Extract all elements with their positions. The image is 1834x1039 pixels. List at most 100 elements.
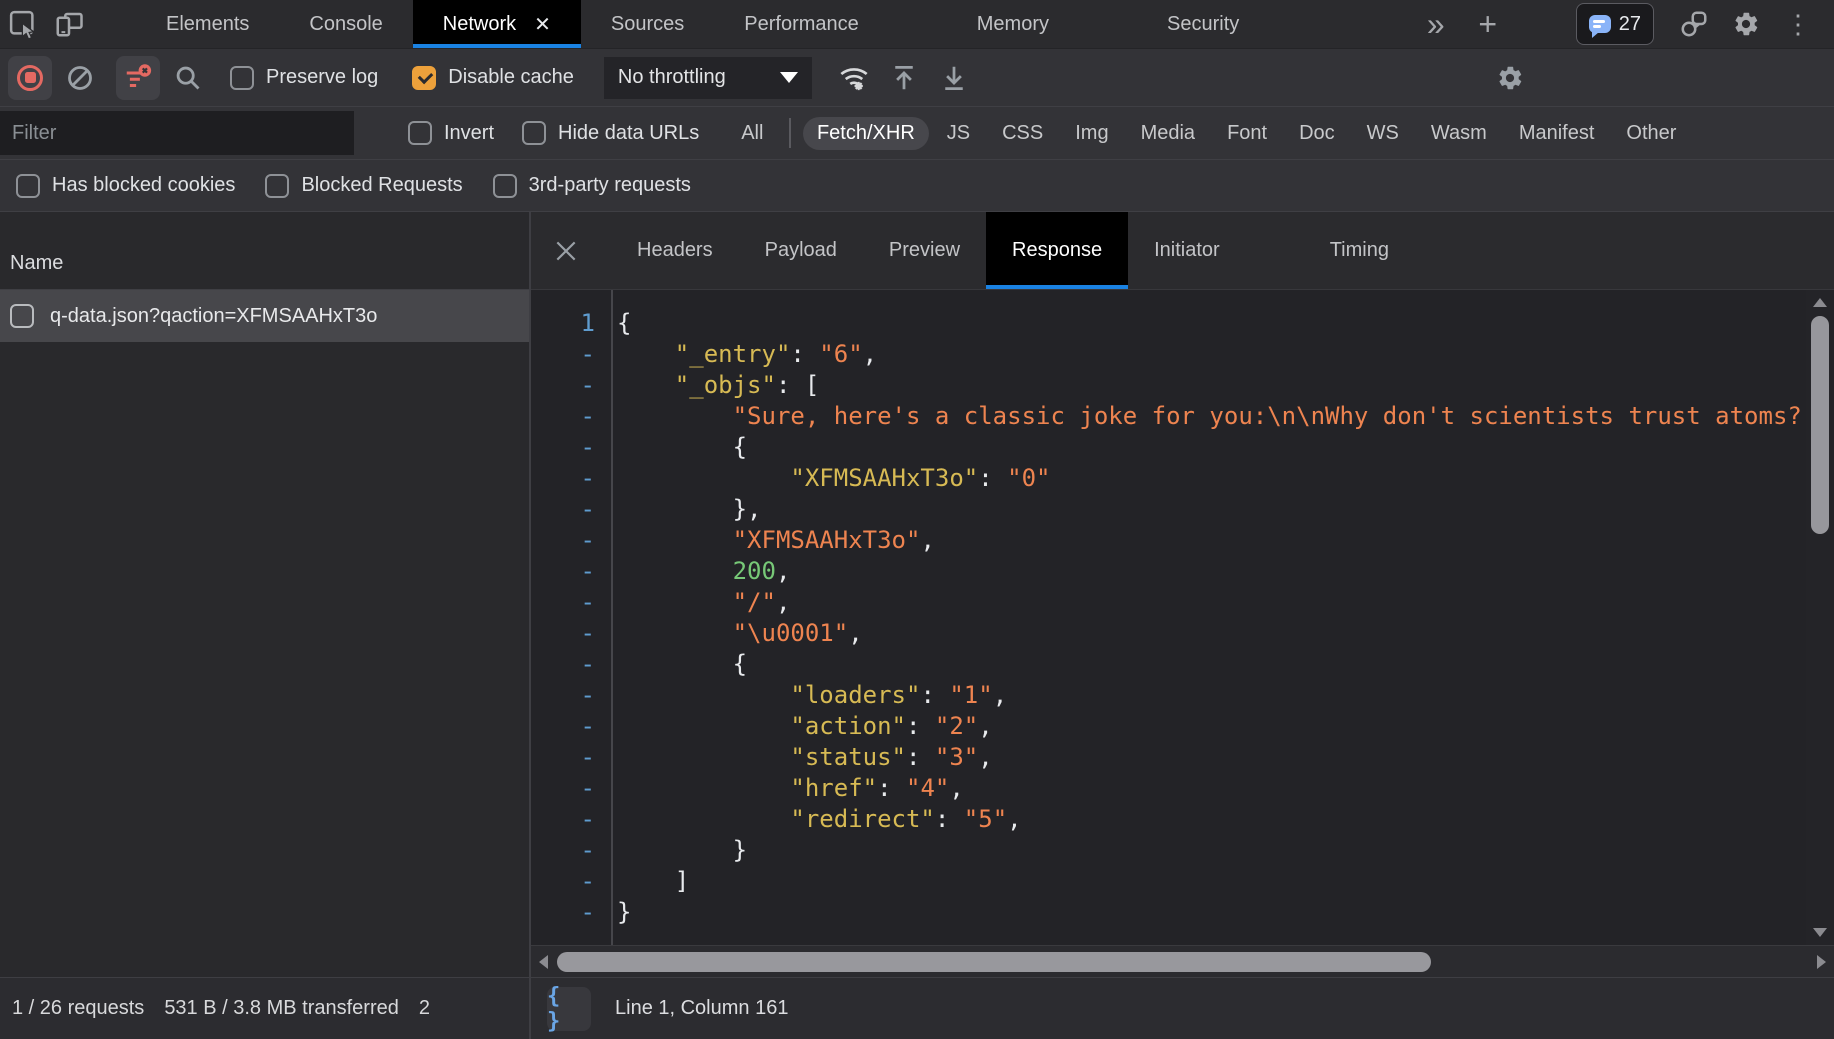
extensions-bubbles-icon[interactable]: [1672, 2, 1716, 46]
tab-console[interactable]: Console: [279, 0, 412, 48]
scroll-up-arrow[interactable]: [1813, 298, 1827, 307]
gutter-line-marker[interactable]: -: [531, 401, 611, 432]
has-blocked-cookies-checkbox[interactable]: [16, 174, 40, 198]
request-checkbox[interactable]: [10, 304, 34, 328]
settings-gear-icon[interactable]: [1724, 2, 1768, 46]
invert-checkbox[interactable]: [408, 121, 432, 145]
filter-type-other[interactable]: Other: [1612, 117, 1690, 150]
import-har-icon[interactable]: [882, 56, 926, 100]
token: :: [935, 805, 964, 833]
gutter-line-marker[interactable]: -: [531, 370, 611, 401]
gutter-line-marker[interactable]: -: [531, 804, 611, 835]
add-panel-icon[interactable]: +: [1466, 2, 1510, 46]
disable-cache-checkbox[interactable]: [412, 66, 436, 90]
filter-input[interactable]: [0, 111, 354, 155]
scroll-down-arrow[interactable]: [1813, 928, 1827, 937]
scroll-left-arrow[interactable]: [539, 955, 548, 969]
code-text: "Sure, here's a classic joke for you:\n\…: [611, 401, 1834, 432]
filter-type-manifest[interactable]: Manifest: [1505, 117, 1609, 150]
chat-badge-button[interactable]: 27: [1576, 3, 1654, 45]
search-icon[interactable]: [166, 56, 210, 100]
tab-network[interactable]: Network ✕: [413, 0, 581, 48]
3rd-party-requests-toggle[interactable]: 3rd-party requests: [493, 174, 691, 198]
tab-sources[interactable]: Sources: [581, 0, 714, 48]
filter-type-ws[interactable]: WS: [1353, 117, 1413, 150]
filter-type-all[interactable]: All: [727, 117, 777, 150]
request-row[interactable]: q-data.json?qaction=XFMSAAHxT3o: [0, 290, 529, 342]
hide-data-urls-label: Hide data URLs: [558, 122, 699, 145]
invert-toggle[interactable]: Invert: [408, 121, 494, 145]
network-settings-gear-icon[interactable]: [1488, 56, 1532, 100]
detail-tab-headers[interactable]: Headers: [611, 212, 739, 289]
device-toolbar-icon[interactable]: [46, 0, 92, 48]
gutter-line-marker[interactable]: -: [531, 463, 611, 494]
detail-tab-initiator[interactable]: Initiator: [1128, 212, 1246, 289]
filter-type-doc[interactable]: Doc: [1285, 117, 1349, 150]
gutter-line-marker[interactable]: -: [531, 432, 611, 463]
throttling-select[interactable]: No throttling: [604, 57, 812, 99]
filter-type-css[interactable]: CSS: [988, 117, 1057, 150]
gutter-line-marker[interactable]: -: [531, 649, 611, 680]
filter-type-js[interactable]: JS: [933, 117, 984, 150]
disable-cache-toggle[interactable]: Disable cache: [412, 66, 574, 90]
filter-type-fetch-xhr[interactable]: Fetch/XHR: [803, 117, 929, 150]
detail-tab-response[interactable]: Response: [986, 212, 1128, 289]
name-column-header[interactable]: Name: [0, 212, 529, 290]
hide-data-urls-checkbox[interactable]: [522, 121, 546, 145]
gutter-line-marker[interactable]: -: [531, 618, 611, 649]
tab-label: Network: [443, 13, 516, 36]
gutter-line-marker[interactable]: -: [531, 742, 611, 773]
horizontal-scrollbar[interactable]: [531, 945, 1834, 977]
gutter-line-marker[interactable]: 1: [531, 308, 611, 339]
close-tab-icon[interactable]: ✕: [534, 12, 551, 37]
close-detail-icon[interactable]: [531, 212, 601, 289]
tab-elements[interactable]: Elements: [136, 0, 279, 48]
gutter-line-marker[interactable]: -: [531, 773, 611, 804]
tab-security[interactable]: Security: [1137, 0, 1269, 48]
pretty-print-button[interactable]: { }: [547, 987, 591, 1031]
preserve-log-toggle[interactable]: Preserve log: [230, 66, 378, 90]
blocked-requests-checkbox[interactable]: [265, 174, 289, 198]
scroll-right-arrow[interactable]: [1817, 955, 1826, 969]
gutter-line-marker[interactable]: -: [531, 897, 611, 928]
filter-type-img[interactable]: Img: [1061, 117, 1122, 150]
gutter-line-marker[interactable]: -: [531, 835, 611, 866]
more-panels-icon[interactable]: »: [1414, 2, 1458, 46]
detail-tab-timing[interactable]: Timing: [1304, 212, 1415, 289]
filter-type-font[interactable]: Font: [1213, 117, 1281, 150]
blocked-requests-toggle[interactable]: Blocked Requests: [265, 174, 462, 198]
gutter-line-marker[interactable]: -: [531, 680, 611, 711]
token: ,: [1007, 805, 1021, 833]
has-blocked-cookies-toggle[interactable]: Has blocked cookies: [16, 174, 235, 198]
filter-type-media[interactable]: Media: [1127, 117, 1209, 150]
inspect-element-icon[interactable]: [0, 0, 46, 48]
response-code[interactable]: 1{-"_entry": "6",-"_objs": [-"Sure, here…: [531, 290, 1834, 928]
code-text: "redirect": "5",: [611, 804, 1834, 835]
detail-tab-payload[interactable]: Payload: [739, 212, 863, 289]
filter-button[interactable]: [116, 56, 160, 100]
network-conditions-icon[interactable]: [832, 56, 876, 100]
detail-tab-preview[interactable]: Preview: [863, 212, 986, 289]
tab-performance[interactable]: Performance: [714, 0, 889, 48]
export-har-icon[interactable]: [932, 56, 976, 100]
vertical-scrollbar[interactable]: [1806, 290, 1834, 945]
tab-memory[interactable]: Memory: [947, 0, 1079, 48]
preserve-log-checkbox[interactable]: [230, 66, 254, 90]
3rd-party-requests-checkbox[interactable]: [493, 174, 517, 198]
vertical-scrollbar-thumb[interactable]: [1811, 316, 1829, 534]
horizontal-scrollbar-thumb[interactable]: [557, 952, 1431, 972]
gutter-line-marker[interactable]: -: [531, 711, 611, 742]
gutter-line-marker[interactable]: -: [531, 556, 611, 587]
hide-data-urls-toggle[interactable]: Hide data URLs: [522, 121, 699, 145]
gutter-line-marker[interactable]: -: [531, 339, 611, 370]
clear-network-log-button[interactable]: [58, 56, 102, 100]
gutter-line-marker[interactable]: -: [531, 494, 611, 525]
gutter-line-marker[interactable]: -: [531, 866, 611, 897]
overflow-menu-icon[interactable]: ⋮: [1776, 2, 1820, 46]
filter-type-wasm[interactable]: Wasm: [1417, 117, 1501, 150]
gutter-line-marker[interactable]: -: [531, 525, 611, 556]
record-network-log-button[interactable]: [8, 56, 52, 100]
tab-label: Initiator: [1154, 239, 1220, 262]
gutter-line-marker[interactable]: -: [531, 587, 611, 618]
token: ]: [675, 867, 689, 895]
